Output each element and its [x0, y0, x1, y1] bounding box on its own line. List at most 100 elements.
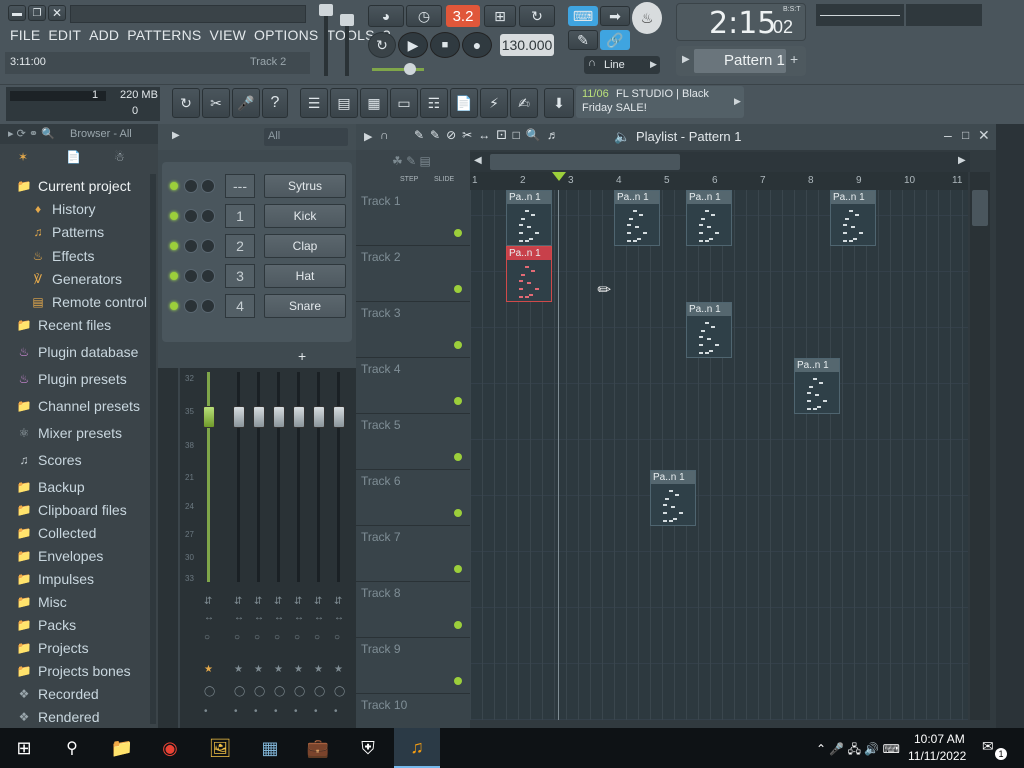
tempo-display[interactable]: 130.000 [500, 34, 554, 56]
browser-item[interactable]: ♨ Plugin database [16, 341, 139, 363]
mixer-control-icon[interactable]: ○ [274, 632, 280, 643]
mixer-control-icon[interactable]: ○ [204, 632, 210, 643]
maximize-icon[interactable]: □ [962, 128, 969, 142]
track-header[interactable]: Track 8 [356, 582, 470, 638]
mixer-control-icon[interactable]: ★ [294, 664, 303, 675]
clock-date[interactable]: 11/11/2022 [908, 749, 966, 763]
channel-pan-knob[interactable] [184, 299, 198, 313]
step-label[interactable]: STEP [400, 176, 418, 183]
channel-volume-knob[interactable] [201, 179, 215, 193]
touch-keyboard-icon[interactable]: ✍ [510, 88, 538, 118]
mixer-fader[interactable] [253, 406, 265, 428]
browser-item[interactable]: ♨ Plugin presets [16, 368, 127, 390]
channel-mute-led[interactable] [170, 182, 178, 190]
mixer-control-icon[interactable]: ⇵ [234, 596, 242, 607]
main-volume-slider[interactable] [372, 68, 424, 71]
track-mute-led[interactable] [454, 509, 462, 517]
mixer-control-icon[interactable]: ★ [274, 664, 283, 675]
link-icon[interactable]: 🔗 [600, 30, 630, 50]
mixer-control-icon[interactable]: • [204, 706, 208, 717]
clock-time[interactable]: 10:07 AM [914, 732, 965, 746]
current-project-tab-icon[interactable]: 📄 [66, 150, 81, 164]
channel-mute-led[interactable] [170, 212, 178, 220]
plugin-picker-icon[interactable]: ⚡ [480, 88, 508, 118]
menu-add[interactable]: ADD [89, 27, 119, 47]
channel-filter[interactable]: All [264, 128, 348, 146]
mixer-control-icon[interactable]: ◯ [334, 686, 345, 697]
channel-mixer-track[interactable]: 2 [225, 234, 255, 258]
mixer-control-icon[interactable]: ○ [314, 632, 320, 643]
mixer-control-icon[interactable]: ⇵ [254, 596, 262, 607]
channel-volume-knob[interactable] [201, 269, 215, 283]
mixer-fader[interactable] [333, 406, 345, 428]
mixer-control-icon[interactable]: • [234, 706, 238, 717]
channel-pan-knob[interactable] [184, 239, 198, 253]
typing-keyboard-icon[interactable]: ⌨ [568, 6, 598, 26]
browser-item[interactable]: ♦ History [30, 198, 96, 220]
track-header[interactable]: Track 5 [356, 414, 470, 470]
browser-item[interactable]: 📁 Current project [16, 175, 131, 197]
song-mode-icon[interactable]: ↻ [368, 32, 396, 58]
browser-item[interactable]: ❖ Recorded [16, 683, 99, 705]
mixer-control-icon[interactable]: ⇵ [314, 596, 322, 607]
pattern-clip[interactable]: Pa..n 1 [650, 470, 696, 526]
mixer-control-icon[interactable]: ○ [294, 632, 300, 643]
tray-icons[interactable]: ⌃ 🎤 🖧 🔊 ⌨ [816, 740, 900, 761]
menu-file[interactable]: FILE [10, 27, 40, 47]
browser-item[interactable]: ♨ Effects [30, 245, 95, 267]
mixer-control-icon[interactable]: ↔ [234, 612, 244, 623]
browser-item[interactable]: 📁 Projects [16, 637, 89, 659]
track-mute-led[interactable] [454, 453, 462, 461]
calculator-icon[interactable]: ▦ [246, 728, 294, 768]
browser-item[interactable]: ♫ Scores [16, 449, 82, 471]
main-volume-handle[interactable] [404, 63, 416, 75]
microphone-icon[interactable]: 🎤 [232, 88, 260, 118]
mixer-control-icon[interactable]: ◯ [204, 686, 215, 697]
chevron-right-icon[interactable]: ▶ [172, 130, 180, 141]
magnet-icon[interactable]: ∩ [380, 128, 389, 142]
mixer-control-icon[interactable]: ↔ [314, 612, 324, 623]
file-explorer-icon[interactable]: 📁 [98, 728, 146, 768]
timeline-ruler[interactable]: 1 2 3 4 5 6 7 8 9 10 11 [470, 172, 968, 190]
playhead-marker[interactable] [552, 172, 566, 181]
browser-item[interactable]: 📁 Recent files [16, 314, 112, 336]
scroll-thumb[interactable] [490, 154, 680, 170]
mixer-control-icon[interactable]: ↔ [294, 612, 304, 623]
mixer-control-icon[interactable]: ◯ [294, 686, 305, 697]
download-icon[interactable]: ⬇ [544, 88, 574, 118]
play-button[interactable]: ▶ [398, 32, 428, 58]
track-header[interactable]: Track 6 [356, 470, 470, 526]
snap-selector[interactable]: ∩ Line ▶ [584, 56, 660, 74]
mixer-control-icon[interactable]: ↔ [334, 612, 344, 623]
browser-nav-icon[interactable]: ▸ ⟳ ⚭ 🔍 [8, 127, 55, 140]
track-header[interactable]: Track 1 [356, 190, 470, 246]
restore-button[interactable]: ❐ [28, 5, 46, 21]
mixer-fader[interactable] [233, 406, 245, 428]
browser-scrollbar[interactable] [150, 174, 156, 724]
loop-record-icon[interactable]: ↻ [519, 5, 555, 27]
track-mute-led[interactable] [454, 677, 462, 685]
mixer-fader[interactable] [313, 406, 325, 428]
channel-name-button[interactable]: Sytrus [264, 174, 346, 198]
multilink-icon[interactable]: ✎ [568, 30, 598, 50]
archive-icon[interactable]: 💼 [294, 728, 342, 768]
channel-volume-knob[interactable] [201, 209, 215, 223]
browser-item[interactable]: ⚛ Mixer presets [16, 422, 122, 444]
metronome-icon[interactable]: ◕ [368, 5, 404, 27]
channel-name-button[interactable]: Clap [264, 234, 346, 258]
song-position-display[interactable]: 2:15 02 B:S:T [676, 3, 806, 41]
minimize-button[interactable]: ▬ [8, 5, 26, 21]
track-header[interactable]: Track 9 [356, 638, 470, 694]
plugin-tab-icon[interactable]: ☃ [114, 150, 125, 164]
mixer-control-icon[interactable]: ★ [254, 664, 263, 675]
mixer-control-icon[interactable]: • [254, 706, 258, 717]
mixer-control-icon[interactable]: ★ [314, 664, 323, 675]
vscroll-thumb[interactable] [972, 190, 988, 226]
browser-item[interactable]: ❖ Rendered [16, 706, 100, 728]
browser-item[interactable]: 📁 Misc [16, 591, 67, 613]
scroll-left-icon[interactable]: ◀ [474, 155, 482, 166]
mixer-control-icon[interactable]: • [294, 706, 298, 717]
mixer-fader[interactable] [273, 406, 285, 428]
slide-label[interactable]: SLIDE [434, 176, 454, 183]
pattern-clip[interactable]: Pa..n 1 [686, 302, 732, 358]
